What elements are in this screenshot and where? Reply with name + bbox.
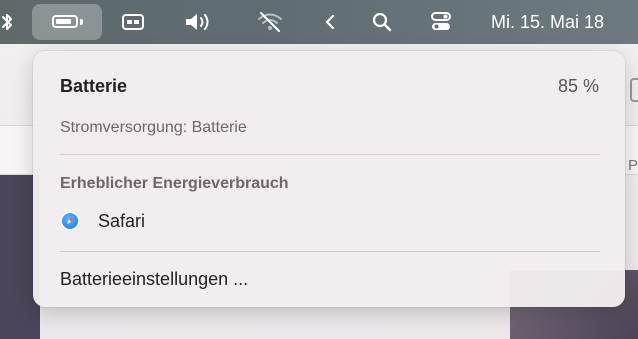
- battery-menu-button[interactable]: [32, 4, 102, 40]
- chevron-left-icon[interactable]: [320, 0, 340, 44]
- search-icon[interactable]: [370, 0, 394, 44]
- battery-title: Batterie: [60, 76, 128, 96]
- battery-level-fill: [56, 19, 71, 24]
- separator: [60, 251, 600, 252]
- battery-popover: Batterie 85 % Stromversorgung: Batterie …: [33, 51, 625, 307]
- energy-usage-heading: Erheblicher Energieverbrauch: [60, 175, 289, 192]
- safari-icon: [60, 211, 80, 231]
- menu-bar: Mi. 15. Mai 18: [0, 0, 638, 44]
- app-item-safari[interactable]: Safari: [60, 208, 145, 234]
- battery-tip: [80, 19, 83, 25]
- app-item-label: Safari: [98, 210, 146, 231]
- power-source-label: Stromversorgung: Batterie: [60, 119, 247, 136]
- control-center-icon[interactable]: [428, 0, 454, 44]
- wifi-off-icon[interactable]: [254, 0, 286, 44]
- volume-icon[interactable]: [182, 0, 218, 44]
- separator: [60, 154, 600, 155]
- bluetooth-icon[interactable]: [0, 0, 18, 44]
- display-icon[interactable]: [120, 0, 146, 44]
- battery-icon: [52, 15, 78, 28]
- battery-percentage: 85 %: [557, 76, 599, 96]
- background-letter: P: [628, 157, 638, 174]
- battery-settings-menu-item[interactable]: Batterieeinstellungen ...: [60, 269, 248, 290]
- menu-bar-clock[interactable]: Mi. 15. Mai 18: [491, 0, 604, 44]
- background-icon: [630, 78, 638, 102]
